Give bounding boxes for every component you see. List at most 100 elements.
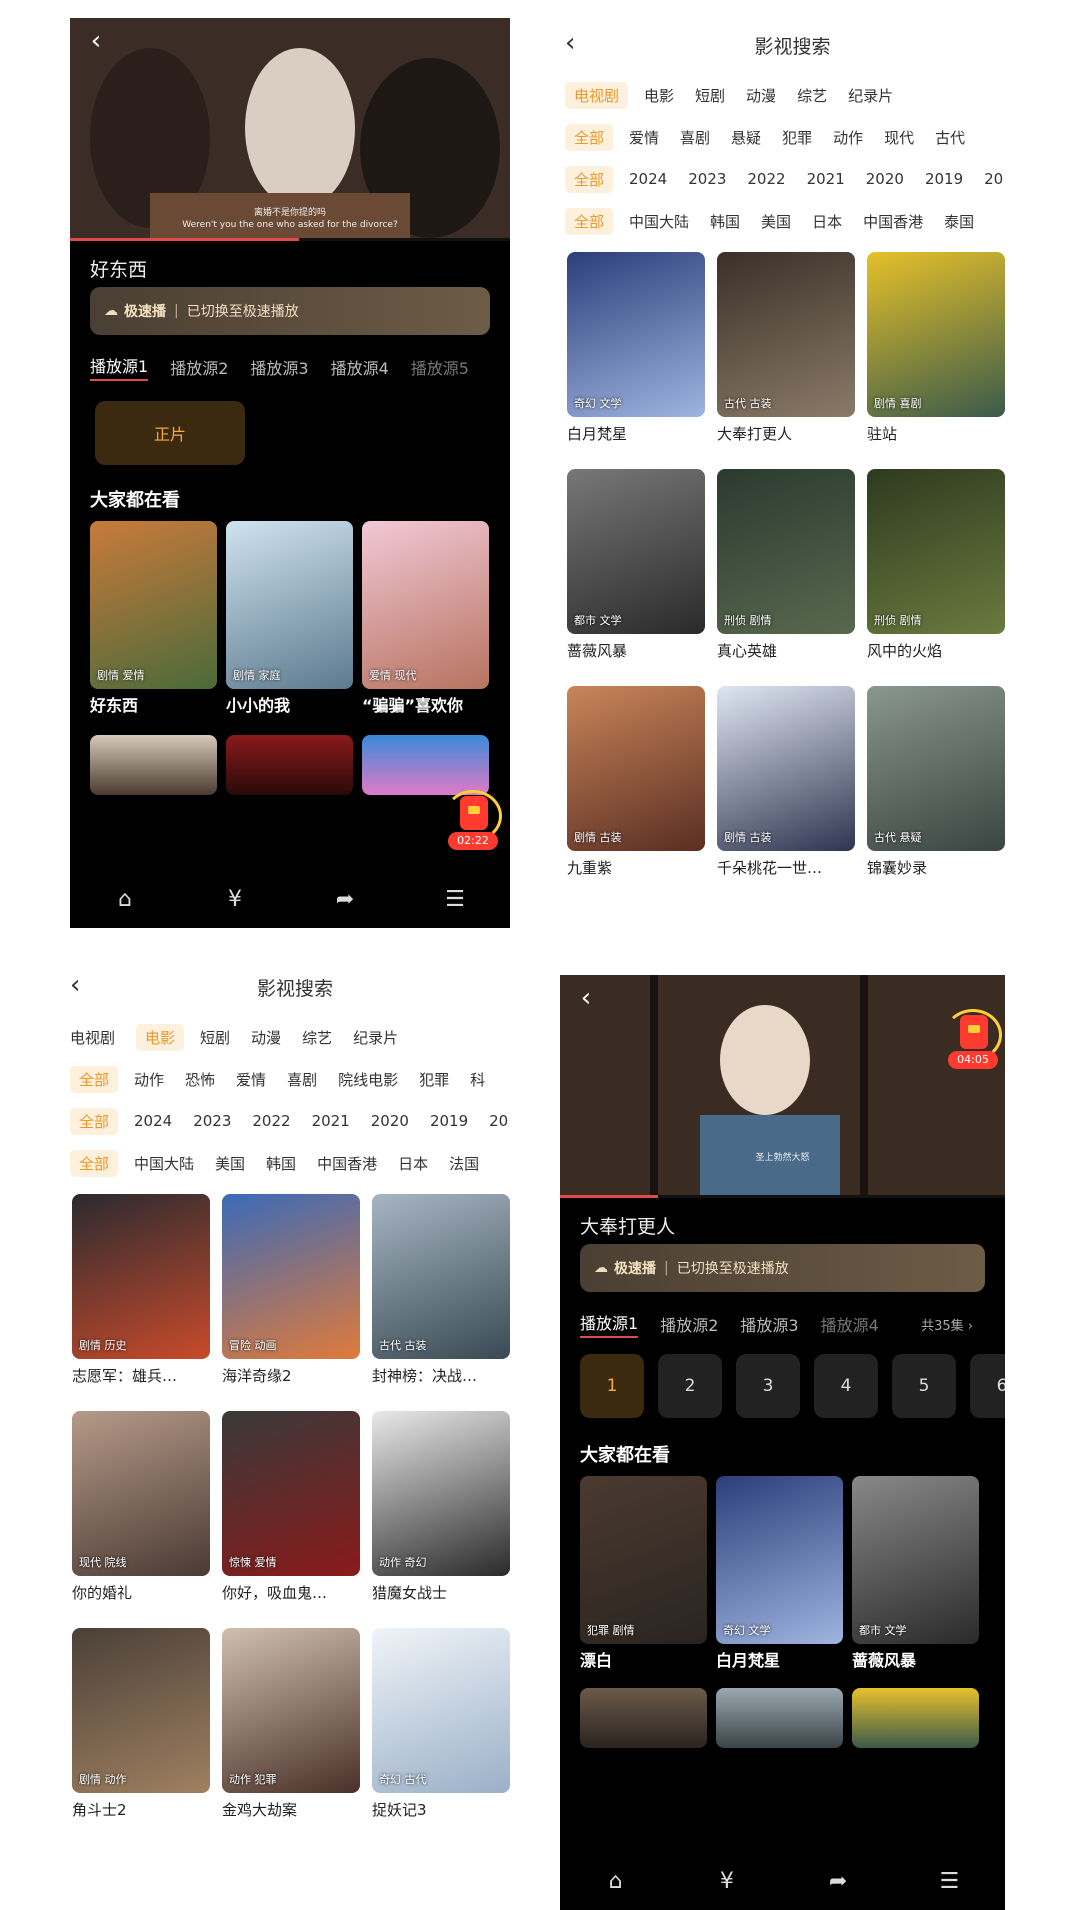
filter-chip[interactable]: 纪录片 — [353, 1027, 398, 1048]
video-player[interactable]: ‹ 圣上勃然大怒 04:05 — [560, 975, 1005, 1195]
coin-icon[interactable]: ¥ — [215, 887, 255, 912]
filter-chip[interactable]: 20 — [489, 1112, 508, 1130]
filter-chip[interactable]: 全部 — [565, 123, 614, 151]
filter-chip[interactable]: 综艺 — [302, 1027, 332, 1048]
share-icon[interactable]: ➦ — [325, 887, 365, 912]
tab-source-5[interactable]: 播放源5 — [411, 355, 469, 379]
result-card[interactable]: 动作 奇幻 猎魔女战士 — [372, 1411, 510, 1628]
back-icon[interactable]: ‹ — [80, 26, 112, 58]
filter-chip[interactable]: 中国大陆 — [134, 1153, 194, 1174]
filter-chip[interactable]: 喜剧 — [287, 1069, 317, 1090]
result-card[interactable]: 古代 悬疑 锦囊妙录 — [867, 686, 1005, 903]
tab-source-1[interactable]: 播放源1 — [580, 1310, 639, 1338]
tab-source-1[interactable]: 播放源1 — [90, 353, 149, 381]
result-card[interactable]: 剧情 喜剧 驻站 — [867, 252, 1005, 469]
filter-chip[interactable]: 动漫 — [746, 85, 776, 106]
result-card[interactable]: 奇幻 古代 捉妖记3 — [372, 1628, 510, 1845]
tab-source-4[interactable]: 播放源4 — [821, 1312, 879, 1336]
filter-chip[interactable]: 全部 — [565, 207, 614, 235]
result-card[interactable]: 冒险 动画 海洋奇缘2 — [222, 1194, 360, 1411]
filter-chip[interactable]: 韩国 — [266, 1153, 296, 1174]
filter-chip[interactable]: 2021 — [807, 170, 845, 188]
filter-chip[interactable]: 爱情 — [236, 1069, 266, 1090]
coin-icon[interactable]: ¥ — [707, 1869, 747, 1894]
filter-chip[interactable]: 中国大陆 — [629, 211, 689, 232]
filter-chip[interactable]: 动作 — [833, 127, 863, 148]
filter-chip[interactable]: 全部 — [70, 1107, 119, 1135]
filter-chip[interactable]: 全部 — [70, 1065, 119, 1093]
filter-chip[interactable]: 2023 — [688, 170, 726, 188]
filter-chip[interactable]: 泰国 — [944, 211, 974, 232]
result-card[interactable]: 都市 文学 蔷薇风暴 — [567, 469, 705, 686]
menu-icon[interactable]: ☰ — [929, 1869, 969, 1894]
home-icon[interactable]: ⌂ — [596, 1869, 636, 1894]
filter-chip[interactable]: 电影 — [136, 1023, 185, 1051]
red-packet-timer[interactable]: 04:05 — [944, 1009, 1002, 1077]
filter-chip[interactable]: 全部 — [70, 1149, 119, 1177]
tab-source-2[interactable]: 播放源2 — [660, 1312, 718, 1336]
episode-button[interactable]: 1 — [580, 1354, 644, 1418]
filter-chip[interactable]: 电影 — [644, 85, 674, 106]
episode-button[interactable]: 5 — [892, 1354, 956, 1418]
filter-chip[interactable]: 中国香港 — [863, 211, 923, 232]
filter-chip[interactable]: 2020 — [371, 1112, 409, 1130]
filter-chip[interactable]: 犯罪 — [782, 127, 812, 148]
filter-chip[interactable]: 韩国 — [710, 211, 740, 232]
filter-chip[interactable]: 悬疑 — [731, 127, 761, 148]
filter-chip[interactable]: 2019 — [430, 1112, 468, 1130]
result-card[interactable]: 奇幻 文学 白月梵星 — [567, 252, 705, 469]
filter-chip[interactable]: 2021 — [312, 1112, 350, 1130]
filter-chip[interactable]: 爱情 — [629, 127, 659, 148]
share-icon[interactable]: ➦ — [818, 1869, 858, 1894]
filter-chip[interactable]: 古代 — [935, 127, 965, 148]
filter-chip[interactable]: 短剧 — [200, 1027, 230, 1048]
filter-chip[interactable]: 中国香港 — [317, 1153, 377, 1174]
filter-chip[interactable]: 美国 — [215, 1153, 245, 1174]
result-card[interactable]: 刑侦 剧情 风中的火焰 — [867, 469, 1005, 686]
playback-progress[interactable] — [70, 238, 510, 241]
result-card[interactable]: 刑侦 剧情 真心英雄 — [717, 469, 855, 686]
result-card[interactable]: 古代 古装 封神榜：决战… — [372, 1194, 510, 1411]
poster-image[interactable] — [90, 735, 217, 795]
filter-chip[interactable]: 2022 — [747, 170, 785, 188]
filter-chip[interactable]: 综艺 — [797, 85, 827, 106]
episode-button[interactable]: 2 — [658, 1354, 722, 1418]
filter-chip[interactable]: 2024 — [134, 1112, 172, 1130]
episode-button[interactable]: 4 — [814, 1354, 878, 1418]
filter-chip[interactable]: 全部 — [565, 165, 614, 193]
menu-icon[interactable]: ☰ — [435, 887, 475, 912]
result-card[interactable]: 剧情 动作 角斗士2 — [72, 1628, 210, 1845]
filter-chip[interactable]: 电视剧 — [565, 81, 629, 109]
poster-image[interactable] — [580, 1688, 707, 1748]
result-card[interactable]: 剧情 古装 九重紫 — [567, 686, 705, 903]
result-card[interactable]: 剧情 古装 千朵桃花一世… — [717, 686, 855, 903]
filter-chip[interactable]: 电视剧 — [70, 1027, 115, 1048]
filter-chip[interactable]: 法国 — [449, 1153, 479, 1174]
poster-image[interactable] — [852, 1688, 979, 1748]
result-card[interactable]: 惊悚 爱情 你好，吸血鬼… — [222, 1411, 360, 1628]
filter-chip[interactable]: 2022 — [252, 1112, 290, 1130]
result-card[interactable]: 剧情 历史 志愿军：雄兵… — [72, 1194, 210, 1411]
home-icon[interactable]: ⌂ — [105, 887, 145, 912]
speed-banner[interactable]: ☁ 极速播 | 已切换至极速播放 — [580, 1244, 985, 1292]
recommend-card[interactable]: 都市 文学 蔷薇风暴 — [852, 1476, 979, 1678]
video-player[interactable]: ‹ 离婚不是你提的吗 Weren't you the one who asked… — [70, 18, 510, 238]
result-card[interactable]: 现代 院线 你的婚礼 — [72, 1411, 210, 1628]
recommend-card[interactable]: 剧情 家庭 小小的我 — [226, 521, 353, 723]
recommend-card[interactable]: 奇幻 文学 白月梵星 — [716, 1476, 843, 1678]
tab-source-3[interactable]: 播放源3 — [740, 1312, 798, 1336]
filter-chip[interactable]: 科 — [470, 1069, 485, 1090]
poster-image[interactable] — [716, 1688, 843, 1748]
filter-chip[interactable]: 2020 — [866, 170, 904, 188]
poster-image[interactable] — [362, 735, 489, 795]
recommend-card[interactable]: 爱情 现代 “骗骗”喜欢你 — [362, 521, 489, 723]
back-icon[interactable]: ‹ — [570, 983, 602, 1015]
filter-chip[interactable]: 动作 — [134, 1069, 164, 1090]
filter-chip[interactable]: 动漫 — [251, 1027, 281, 1048]
filter-chip[interactable]: 2019 — [925, 170, 963, 188]
episode-button[interactable]: 3 — [736, 1354, 800, 1418]
episode-count-link[interactable]: 共35集 › — [921, 1315, 973, 1334]
episode-button-feature[interactable]: 正片 — [95, 401, 245, 465]
filter-chip[interactable]: 纪录片 — [848, 85, 893, 106]
filter-chip[interactable]: 美国 — [761, 211, 791, 232]
